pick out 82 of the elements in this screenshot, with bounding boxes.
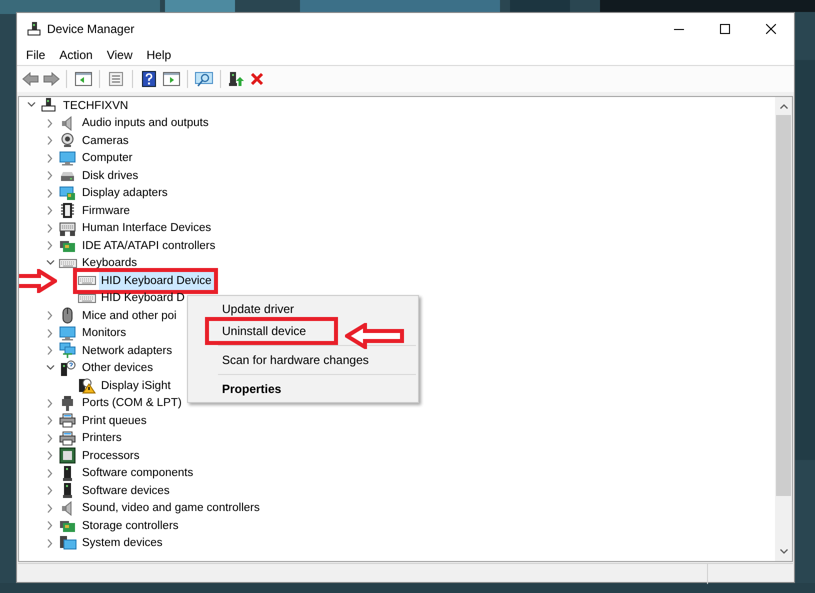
expand-icon[interactable] [46,206,54,216]
tree-item[interactable]: Computer [80,149,134,168]
tree-item[interactable]: Firmware [80,202,132,220]
window-title: Device Manager [47,20,134,38]
tree-item[interactable]: Mice and other poi [80,306,179,325]
menu-item[interactable]: Properties [205,378,290,400]
scan-button[interactable] [193,69,215,89]
expand-icon[interactable] [46,188,54,198]
console-tree-button[interactable] [72,69,94,89]
unknown-device-icon [59,360,77,377]
tree-item[interactable]: Monitors [80,324,128,342]
tree-item[interactable]: IDE ATA/ATAPI controllers [80,236,218,255]
warning-device-icon [78,377,96,394]
expand-icon[interactable] [46,398,54,408]
tree-item[interactable]: Printers [80,429,124,448]
expand-icon[interactable] [46,451,54,460]
tree-item[interactable]: Keyboards [80,254,139,272]
menu-item[interactable]: Help [140,44,178,64]
tree-item[interactable]: HID Keyboard Device [99,272,214,290]
expand-icon[interactable] [46,311,54,320]
display-card-icon [59,184,77,202]
tree-item[interactable]: HID Keyboard D [99,289,187,308]
forward-button[interactable] [41,69,61,89]
x-icon [250,72,264,86]
tree-item[interactable]: Software components [80,464,196,482]
chip-icon [59,202,77,220]
expand-icon[interactable] [46,154,54,163]
close-icon [766,24,776,34]
tree-item[interactable]: Other devices [80,359,155,378]
expand-icon[interactable] [46,224,54,233]
tree-item[interactable]: Cameras [80,132,131,150]
menu-item[interactable]: Uninstall device [205,317,338,345]
expand-icon[interactable] [46,538,54,548]
back-button[interactable] [20,69,40,89]
action-pane-button[interactable] [160,69,182,89]
monitor-icon [59,324,77,342]
expand-icon[interactable] [46,171,54,180]
scrollbar-thumb[interactable] [776,115,791,496]
tree-item[interactable]: Audio inputs and outputs [80,114,211,132]
expand-icon[interactable] [46,486,54,496]
scrollbar[interactable] [775,97,792,561]
tree-item[interactable]: Software devices [80,482,172,500]
monitor-icon [59,150,77,167]
computer-icon [27,22,41,36]
menu-item[interactable]: View [100,44,140,64]
scroll-down-icon[interactable] [780,549,788,554]
tree-item[interactable]: Display adapters [80,184,170,202]
menu-item[interactable]: Action [52,44,100,64]
expand-icon[interactable] [46,118,54,128]
expand-icon[interactable] [46,241,54,250]
tree-item[interactable]: Display iSight [99,376,173,395]
expand-icon[interactable] [46,136,54,146]
network-icon [59,342,77,360]
processor-icon [59,447,77,464]
tree-item[interactable]: TECHFIXVN [61,97,130,115]
expand-icon[interactable] [46,328,54,338]
tree-item[interactable]: Disk drives [80,166,140,185]
update-driver-button[interactable] [226,69,246,89]
keyboard-icon [59,220,77,237]
menu-item[interactable]: File [19,44,52,64]
expand-icon[interactable] [46,504,54,513]
maximize-icon [720,24,730,34]
menu-item[interactable]: Scan for hardware changes [205,349,377,371]
system-icon [59,534,77,552]
tree-item[interactable]: Ports (COM & LPT) [80,394,184,412]
printer-icon [59,430,77,447]
tree-item[interactable]: System devices [80,534,165,552]
tree-item[interactable]: Print queues [80,412,149,430]
menu-item[interactable]: Update driver [205,298,302,320]
arrow-icon [345,323,405,349]
expand-icon[interactable] [46,468,54,478]
tree-item[interactable]: Storage controllers [80,516,181,535]
tree-item[interactable]: Network adapters [80,342,174,360]
expand-icon[interactable] [46,434,54,443]
expand-icon[interactable] [46,346,54,356]
tree-item[interactable]: Sound, video and game controllers [80,499,262,518]
tree-item[interactable]: Processors [80,446,142,465]
printer-icon [59,412,77,430]
tree-item[interactable]: Human Interface Devices [80,219,214,238]
scroll-up-icon[interactable] [780,104,788,109]
expand-icon[interactable] [46,416,54,426]
expand-icon[interactable] [46,521,54,530]
